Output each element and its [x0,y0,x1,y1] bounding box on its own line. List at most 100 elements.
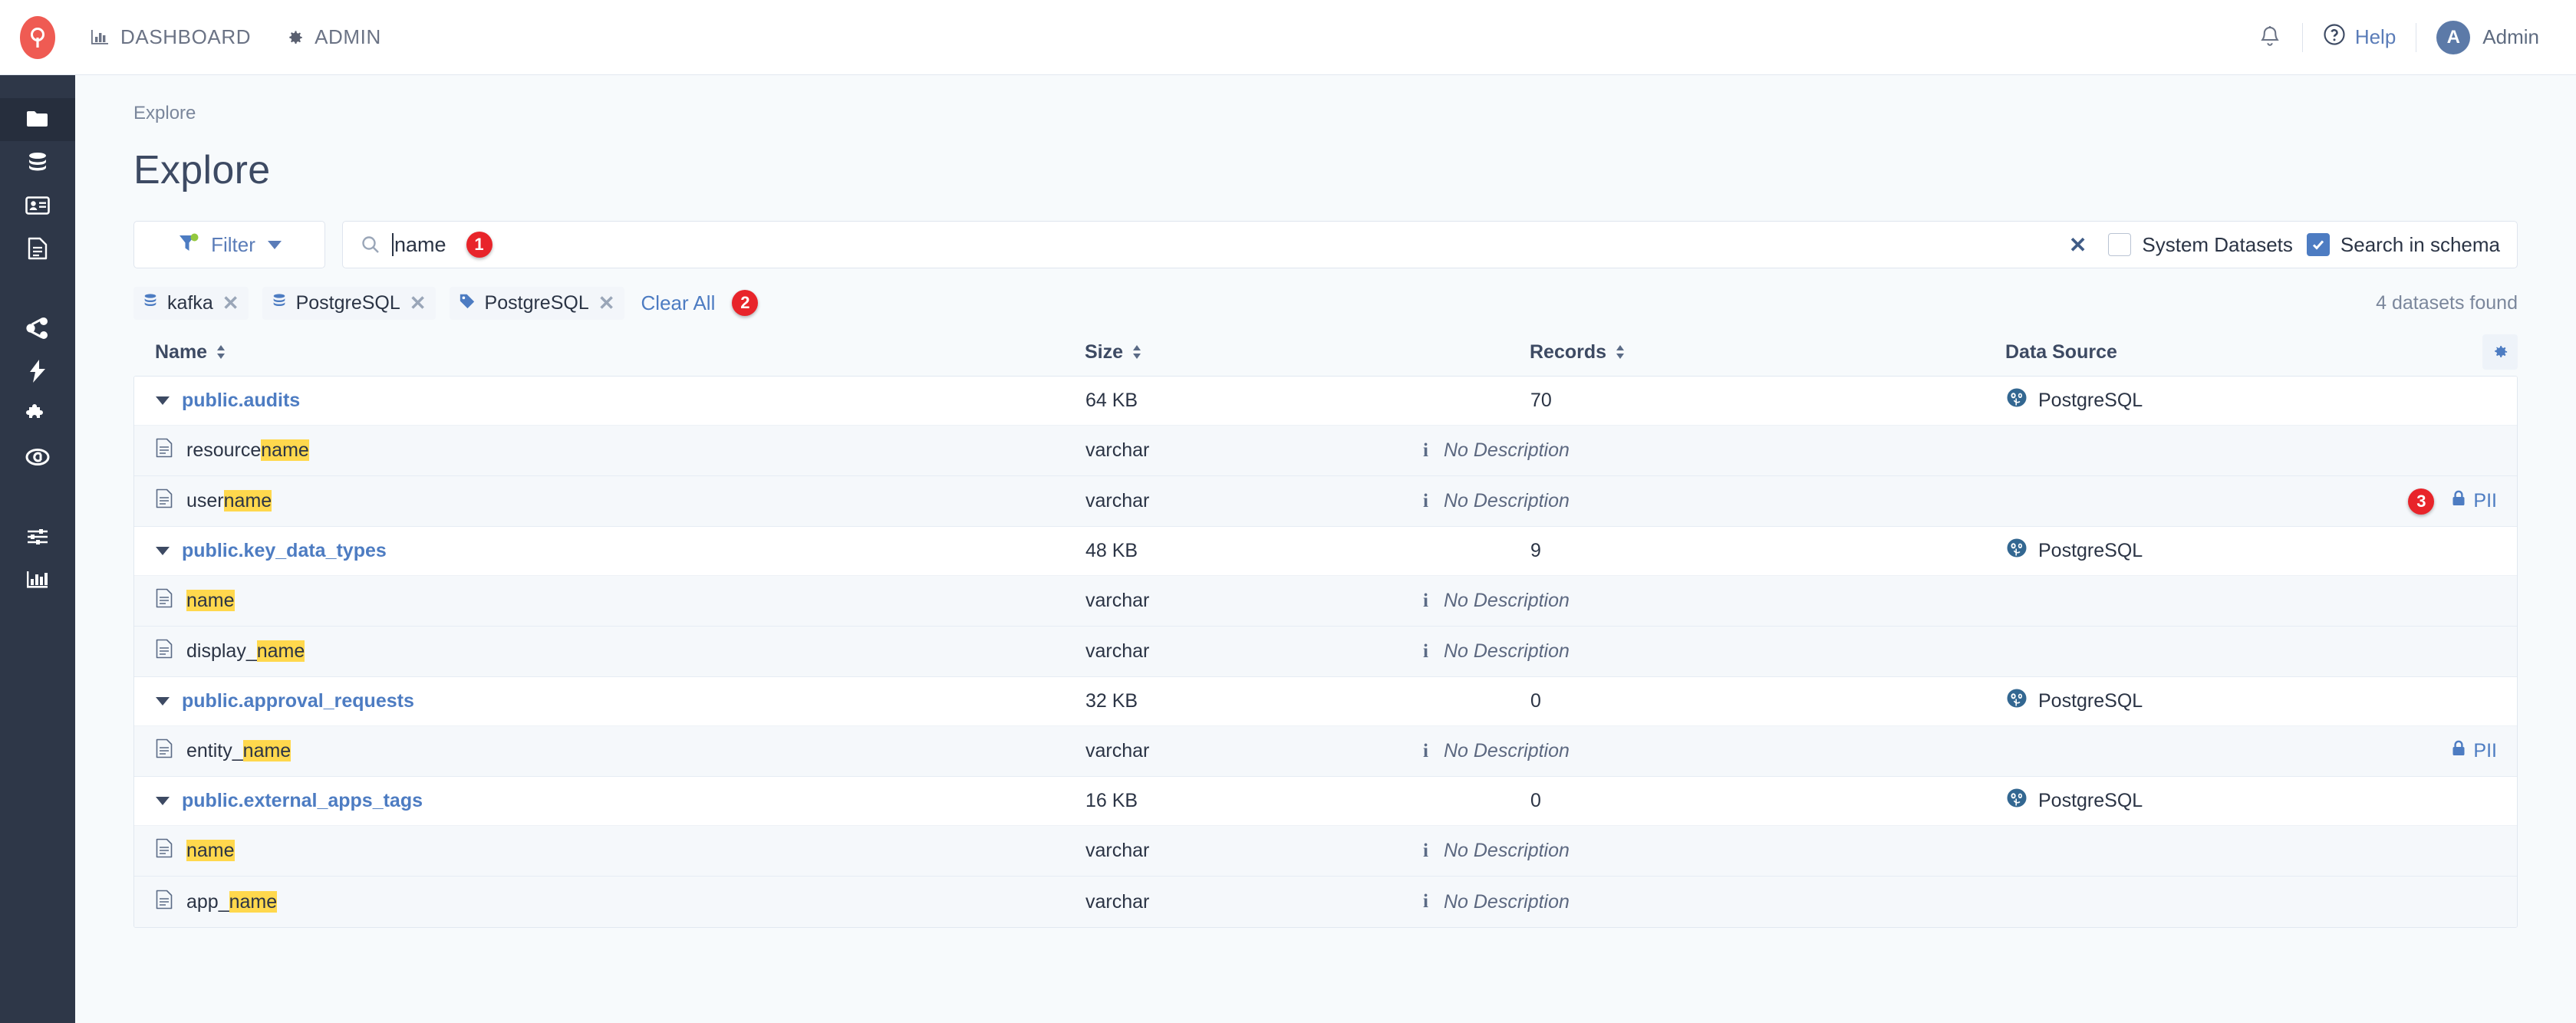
column-description-cell: i No Description [1423,891,2517,913]
info-icon[interactable]: i [1423,440,1428,462]
column-type-cell: varchar [1085,740,1150,761]
sidebar-item-integrations[interactable] [0,393,75,436]
pii-badge[interactable]: PII [2451,740,2497,762]
info-icon[interactable]: i [1423,741,1428,762]
datasets-table: Name Size Records Data Source public.aud… [133,328,2518,928]
user-menu[interactable]: A Admin [2436,20,2539,54]
id-card-icon [25,196,50,215]
nav-admin[interactable]: ADMIN [285,25,381,49]
dataset-name-label: public.approval_requests [182,690,414,712]
remove-chip-icon[interactable]: ✕ [598,291,615,315]
filter-chip[interactable]: PostgreSQL ✕ [262,286,436,320]
chevron-down-icon[interactable] [156,697,170,706]
sidebar-item-reports[interactable] [0,558,75,601]
sidebar-item-documents[interactable] [0,227,75,270]
chevron-down-icon[interactable] [156,797,170,805]
dataset-size-cell: 16 KB [1085,790,1138,811]
chevron-down-icon [267,240,282,249]
column-row[interactable]: display_name varchar i No Description [134,627,2517,677]
remove-chip-icon[interactable]: ✕ [222,291,239,315]
column-type-cell: varchar [1085,890,1150,913]
dataset-size-cell: 48 KB [1085,540,1138,561]
column-header-size[interactable]: Size [1085,341,1530,363]
text-cursor [392,233,394,256]
info-icon[interactable]: i [1423,840,1428,862]
top-nav: DASHBOARD ADMIN [91,25,381,49]
sliders-icon [26,527,49,547]
search-input-container[interactable]: name 1 ✕ System Datasets Search in schem… [342,221,2518,268]
dataset-group-row[interactable]: public.audits 64 KB 70 PostgreSQL [134,377,2517,426]
top-bar-right: Help A Admin [2258,20,2576,54]
column-row[interactable]: app_name varchar i No Description [134,877,2517,927]
column-description-cell: i No Description [1423,640,2517,663]
column-row[interactable]: name varchar i No Description [134,576,2517,627]
postgresql-icon [2006,788,2028,814]
postgresql-icon [2006,387,2028,414]
filter-chip[interactable]: kafka ✕ [133,286,249,320]
dataset-group-row[interactable]: public.key_data_types 48 KB 9 PostgreSQL [134,527,2517,576]
results-count: 4 datasets found [2376,291,2518,314]
bell-icon[interactable] [2258,25,2282,51]
info-icon[interactable]: i [1423,891,1428,913]
sidebar-item-explore[interactable] [0,98,75,141]
dataset-name-cell[interactable]: public.approval_requests [134,690,1085,712]
column-icon [156,588,173,613]
sidebar-item-identities[interactable] [0,184,75,227]
info-icon[interactable]: i [1423,641,1428,663]
filter-button[interactable]: Filter [133,221,325,268]
remove-chip-icon[interactable]: ✕ [410,291,427,315]
divider [2301,22,2303,52]
column-name-label: name [186,840,235,861]
column-description-label: No Description [1443,439,1570,461]
sidebar-item-settings[interactable] [0,515,75,558]
column-description-label: No Description [1443,640,1570,662]
left-sidebar [0,75,75,1023]
nav-dashboard[interactable]: DASHBOARD [91,25,251,49]
column-icon [156,738,173,764]
chevron-down-icon[interactable] [156,396,170,405]
pii-label: PII [2473,490,2497,512]
column-description-cell: i No Description [1423,590,2517,612]
column-row[interactable]: resourcename varchar i No Description [134,426,2517,476]
breadcrumb[interactable]: Explore [133,75,2518,124]
sidebar-item-data-sources[interactable] [0,141,75,184]
document-icon [28,237,48,260]
step-badge-1: 1 [466,232,492,258]
dataset-group-row[interactable]: public.approval_requests 32 KB 0 Postgre… [134,677,2517,726]
column-row[interactable]: name varchar i No Description [134,826,2517,877]
column-icon [156,890,173,915]
column-header-name[interactable]: Name [133,341,1085,363]
chevron-down-icon[interactable] [156,547,170,555]
dataset-source-cell: PostgreSQL [2006,788,2517,814]
app-logo[interactable] [0,0,75,75]
clear-search-icon[interactable]: ✕ [2061,232,2094,258]
filter-chip[interactable]: PostgreSQL ✕ [449,286,624,320]
search-input[interactable]: name [394,233,446,257]
info-icon[interactable]: i [1423,491,1428,512]
dataset-name-cell[interactable]: public.key_data_types [134,540,1085,562]
column-name-cell: app_name [134,890,1085,915]
column-name-cell: name [134,838,1085,863]
help-button[interactable]: Help [2323,23,2396,51]
column-row[interactable]: username varchar i No Description 3 PII [134,476,2517,527]
dataset-records-cell: 70 [1530,390,1552,411]
dataset-source-label: PostgreSQL [2038,390,2143,411]
pii-badge[interactable]: PII [2451,490,2497,512]
search-in-schema-checkbox[interactable]: Search in schema [2306,233,2500,257]
clear-all-button[interactable]: Clear All [641,291,716,315]
dataset-name-cell[interactable]: public.audits [134,390,1085,412]
dataset-group-row[interactable]: public.external_apps_tags 16 KB 0 Postgr… [134,777,2517,826]
sidebar-item-actions[interactable] [0,350,75,393]
info-icon[interactable]: i [1423,590,1428,612]
dataset-name-label: public.key_data_types [182,540,387,561]
column-header-size-label: Size [1085,340,1124,363]
system-datasets-checkbox[interactable]: System Datasets [2108,233,2293,257]
column-header-records[interactable]: Records [1530,341,2005,363]
column-row[interactable]: entity_name varchar i No Description PII [134,726,2517,777]
sidebar-item-lineage[interactable] [0,307,75,350]
dataset-name-cell[interactable]: public.external_apps_tags [134,790,1085,812]
dataset-size-cell: 32 KB [1085,690,1138,712]
table-settings-gear-icon[interactable] [2482,334,2518,370]
database-icon [26,152,49,173]
sidebar-item-monitoring[interactable] [0,436,75,479]
